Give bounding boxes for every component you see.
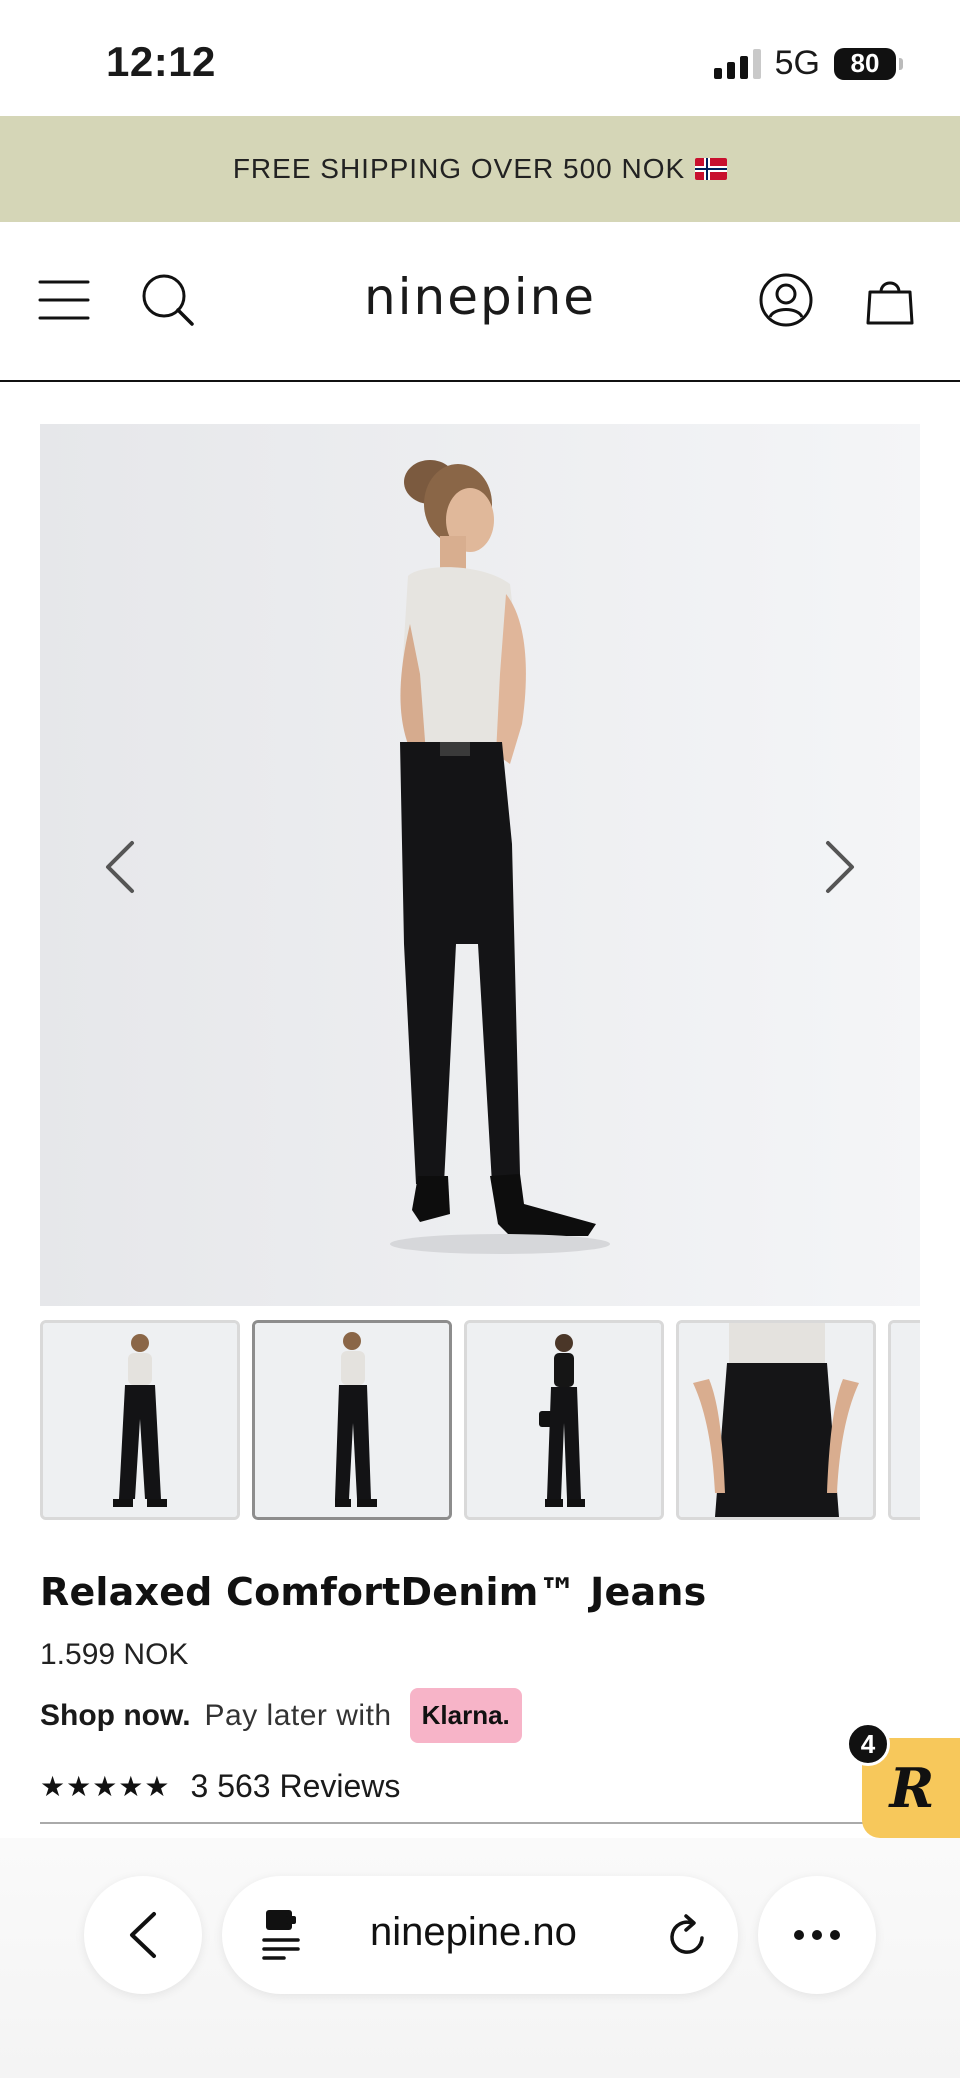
product-title: Relaxed ComfortDenim™ Jeans	[40, 1570, 707, 1614]
model-back-view-image	[40, 424, 920, 1306]
norway-flag-icon	[695, 158, 728, 180]
reviews-summary[interactable]: ★★★★★ 3 563 Reviews	[40, 1768, 400, 1805]
divider	[40, 1822, 880, 1824]
more-dot	[830, 1930, 840, 1940]
shopping-bag-icon[interactable]	[860, 270, 920, 330]
thumbnail-more[interactable]	[888, 1320, 920, 1520]
product-price: 1.599 NOK	[40, 1638, 189, 1671]
klarna-badge[interactable]: Klarna.	[409, 1688, 522, 1743]
network-type: 5G	[774, 44, 820, 82]
chevron-left-icon	[130, 1912, 156, 1958]
thumbnail-closeup[interactable]	[676, 1320, 876, 1520]
more-dot	[794, 1930, 804, 1940]
browser-toolbar: ninepine.no	[0, 1838, 960, 2078]
more-dot	[812, 1930, 822, 1940]
klarna-promo: Shop now. Pay later with Klarna.	[40, 1688, 522, 1743]
promo-banner[interactable]: FREE SHIPPING OVER 500 NOK	[0, 116, 960, 222]
site-logo[interactable]: ninepine	[0, 268, 960, 326]
product-main-image[interactable]	[40, 424, 920, 1306]
address-bar[interactable]: ninepine.no	[222, 1876, 738, 1994]
status-indicators: 5G 80	[713, 44, 903, 83]
battery-icon: 80	[834, 47, 903, 80]
rewards-logo-icon: R	[889, 1756, 935, 1820]
previous-image-button[interactable]	[90, 832, 150, 902]
pay-later-label: Pay later with	[204, 1698, 392, 1732]
chevron-right-icon	[826, 841, 854, 893]
star-rating-icon: ★★★★★	[40, 1771, 171, 1802]
thumbnail-front[interactable]	[40, 1320, 240, 1520]
browser-back-button[interactable]	[84, 1876, 202, 1994]
status-time: 12:12	[106, 38, 216, 85]
reviews-count: 3 563 Reviews	[190, 1768, 401, 1804]
reload-icon[interactable]	[666, 1912, 710, 1960]
signal-icon	[713, 48, 761, 79]
thumbnail-back[interactable]	[252, 1320, 452, 1520]
url-text: ninepine.no	[370, 1910, 577, 1954]
account-icon[interactable]	[756, 270, 816, 330]
thumbnail-styled[interactable]	[464, 1320, 664, 1520]
more-options-button[interactable]	[758, 1876, 876, 1994]
status-bar: 12:12 5G 80	[0, 0, 960, 116]
chevron-left-icon	[106, 841, 134, 893]
thumbnail-strip	[40, 1320, 920, 1522]
next-image-button[interactable]	[810, 832, 870, 902]
rewards-notification-badge: 4	[846, 1722, 890, 1766]
shop-now-label: Shop now.	[40, 1698, 191, 1732]
promo-text: FREE SHIPPING OVER 500 NOK	[232, 153, 686, 184]
site-header: ninepine	[0, 222, 960, 382]
battery-level: 80	[850, 48, 880, 78]
page-menu-icon	[262, 1910, 300, 1960]
